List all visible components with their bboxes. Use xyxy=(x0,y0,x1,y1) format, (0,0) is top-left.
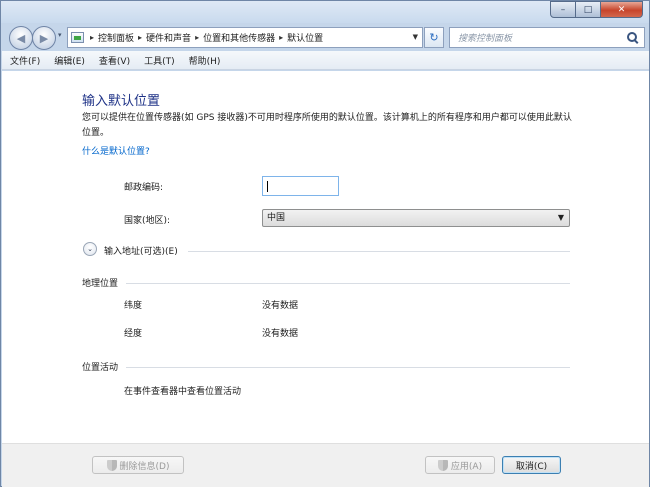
apply-label: 应用(A) xyxy=(450,461,483,472)
longitude-label: 经度 xyxy=(124,329,143,339)
breadcrumb-control-panel[interactable]: 控制面板 xyxy=(98,31,134,44)
search-input[interactable]: 搜索控制面板 xyxy=(450,31,627,44)
breadcrumb-separator[interactable]: ▸ xyxy=(275,33,287,42)
title-bar[interactable]: – □ ✕ xyxy=(1,1,649,23)
activity-divider xyxy=(126,367,570,368)
chevron-down-icon: ▼ xyxy=(557,213,564,222)
geo-divider xyxy=(126,283,570,284)
breadcrumb-separator[interactable]: ▸ xyxy=(134,33,146,42)
chevron-down-icon: ⌄ xyxy=(87,245,93,253)
back-arrow-icon: ◀ xyxy=(16,31,26,45)
search-box[interactable]: 搜索控制面板 xyxy=(449,27,645,48)
cancel-button[interactable]: 取消(C) xyxy=(502,456,561,474)
address-dropdown-icon[interactable]: ▼ xyxy=(413,33,418,41)
breadcrumb-default-location[interactable]: 默认位置 xyxy=(287,31,323,44)
breadcrumb-separator[interactable]: ▸ xyxy=(86,33,98,42)
navigation-bar: ◀ ▶ ▾ ▸ 控制面板 ▸ 硬件和声音 ▸ 位置和其他传感器 ▸ 默认位置 ▼… xyxy=(1,23,649,51)
shield-icon xyxy=(437,459,448,471)
dialog-footer: 删除信息(D) 应用(A) 取消(C) xyxy=(2,443,649,487)
window: – □ ✕ ◀ ▶ ▾ ▸ 控制面板 ▸ 硬件和声音 ▸ 位置和其他传感器 ▸ … xyxy=(0,0,650,487)
address-expander-label[interactable]: 输入地址(可选)(E) xyxy=(104,244,178,257)
breadcrumb-location-sensors[interactable]: 位置和其他传感器 xyxy=(203,31,275,44)
menu-bar: 文件(F) 编辑(E) 查看(V) 工具(T) 帮助(H) xyxy=(2,51,649,70)
expand-address-button[interactable]: ⌄ xyxy=(83,242,97,256)
close-button[interactable]: ✕ xyxy=(601,1,643,18)
country-label: 国家(地区): xyxy=(124,216,171,226)
maximize-button[interactable]: □ xyxy=(576,1,601,18)
clear-info-label: 删除信息(D) xyxy=(119,461,170,472)
refresh-button[interactable]: ↻ xyxy=(424,27,444,48)
country-select[interactable]: 中国 ▼ xyxy=(262,209,570,227)
recent-pages-button[interactable]: ▾ xyxy=(58,31,62,39)
clear-info-button[interactable]: 删除信息(D) xyxy=(92,456,184,474)
breadcrumb-hardware-sound[interactable]: 硬件和声音 xyxy=(146,31,191,44)
activity-section-title: 位置活动 xyxy=(82,363,119,373)
country-value: 中国 xyxy=(267,213,286,223)
control-panel-icon xyxy=(71,32,84,43)
menu-file[interactable]: 文件(F) xyxy=(2,54,46,67)
main-content: 输入默认位置 您可以提供在位置传感器(如 GPS 接收器)不可用时程序所使用的默… xyxy=(2,71,649,443)
breadcrumb-separator[interactable]: ▸ xyxy=(191,33,203,42)
geo-section-title: 地理位置 xyxy=(82,279,119,289)
address-divider xyxy=(188,251,570,252)
postal-code-input[interactable] xyxy=(262,176,339,196)
latitude-value: 没有数据 xyxy=(262,301,299,311)
text-caret xyxy=(267,181,268,192)
what-is-default-location-link[interactable]: 什么是默认位置? xyxy=(82,144,150,157)
latitude-label: 纬度 xyxy=(124,301,143,311)
window-controls: – □ ✕ xyxy=(550,1,643,18)
page-description: 您可以提供在位置传感器(如 GPS 接收器)不可用时程序所使用的默认位置。该计算… xyxy=(82,113,572,138)
menu-view[interactable]: 查看(V) xyxy=(91,54,136,67)
back-button[interactable]: ◀ xyxy=(9,26,33,50)
refresh-icon: ↻ xyxy=(429,31,439,44)
search-icon[interactable] xyxy=(627,31,639,44)
postal-code-label: 邮政编码: xyxy=(124,183,164,193)
shield-icon xyxy=(106,459,117,471)
address-bar[interactable]: ▸ 控制面板 ▸ 硬件和声音 ▸ 位置和其他传感器 ▸ 默认位置 ▼ xyxy=(67,27,423,48)
view-activity-link[interactable]: 在事件查看器中查看位置活动 xyxy=(124,384,241,397)
menu-tools[interactable]: 工具(T) xyxy=(136,54,181,67)
forward-button[interactable]: ▶ xyxy=(32,26,56,50)
minimize-button[interactable]: – xyxy=(550,1,576,18)
forward-arrow-icon: ▶ xyxy=(39,31,49,45)
menu-help[interactable]: 帮助(H) xyxy=(181,54,227,67)
menu-edit[interactable]: 编辑(E) xyxy=(46,54,91,67)
page-title: 输入默认位置 xyxy=(82,94,161,109)
apply-button[interactable]: 应用(A) xyxy=(425,456,495,474)
longitude-value: 没有数据 xyxy=(262,329,299,339)
cancel-label: 取消(C) xyxy=(515,461,548,472)
